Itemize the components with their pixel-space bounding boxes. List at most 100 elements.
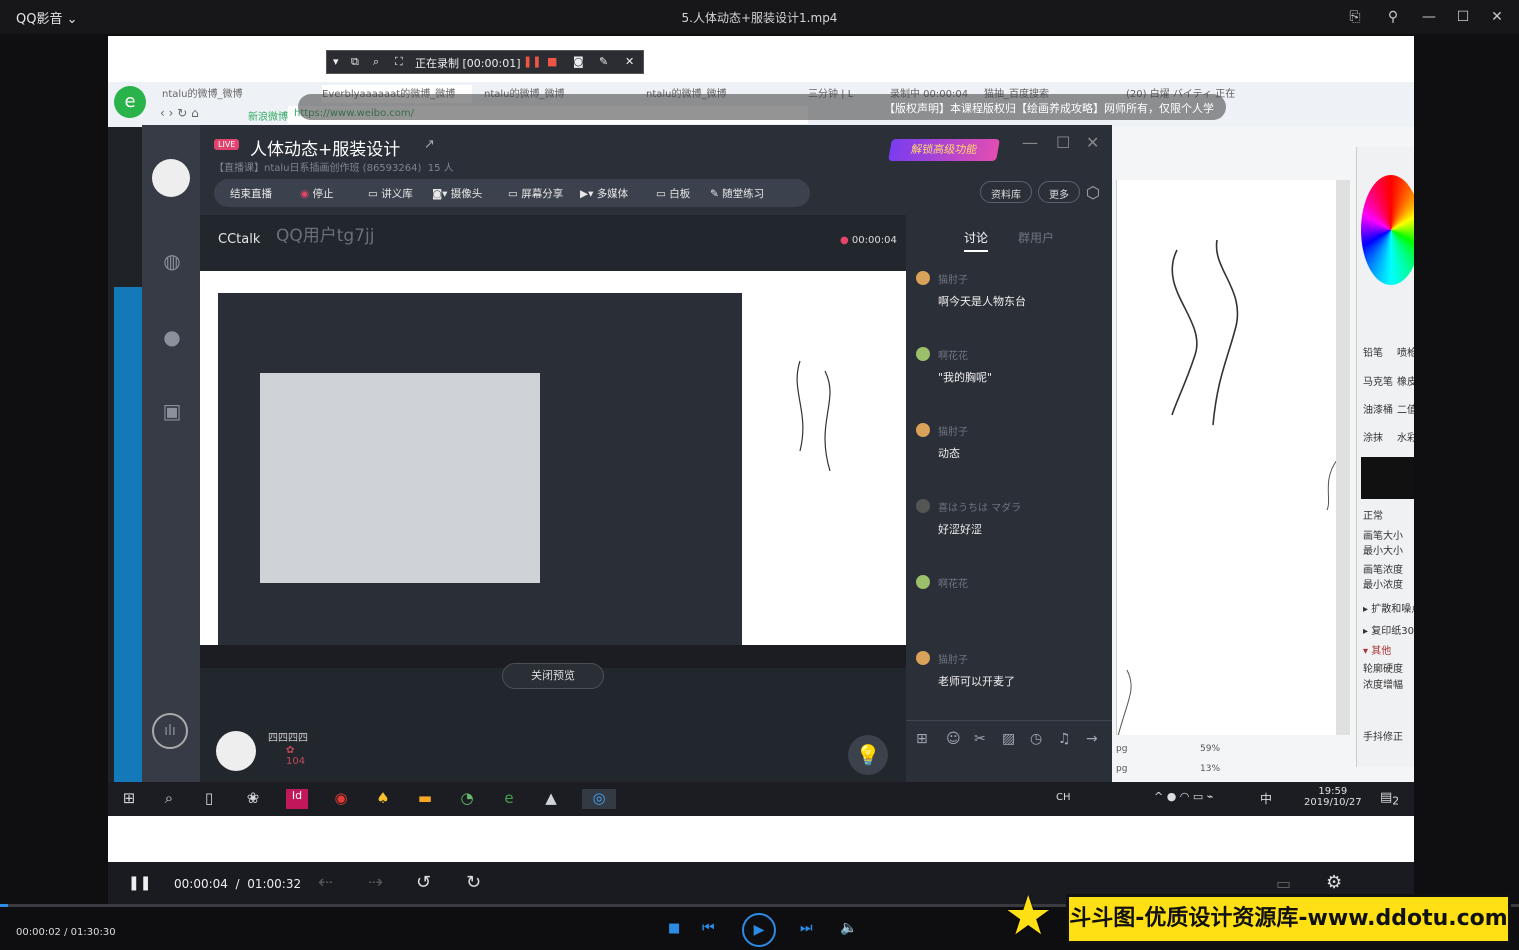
close-icon[interactable]: ✕ — [1086, 133, 1099, 152]
app-icon[interactable]: ❀ — [242, 789, 264, 809]
stop-icon[interactable]: ■ — [668, 921, 680, 936]
chat-icon[interactable]: ● — [159, 325, 185, 351]
cctalk-icon[interactable]: ◎ — [582, 789, 616, 809]
image-icon[interactable]: ▨ — [1002, 731, 1015, 747]
indesign-icon[interactable]: Id — [286, 789, 308, 809]
paint-icon[interactable]: ◔ — [456, 789, 478, 809]
tool-marker[interactable]: 马克笔 — [1363, 373, 1393, 388]
language-indicator[interactable]: CH — [1056, 792, 1071, 803]
group-other[interactable]: ▾ 其他 — [1363, 642, 1391, 657]
back-arrow-icon[interactable]: ⇠ — [318, 872, 333, 893]
whiteboard-button[interactable]: ▭ 白板 — [656, 186, 690, 201]
pen-icon[interactable]: ✎ — [599, 55, 608, 68]
browser-icon[interactable]: e — [498, 789, 520, 809]
clock-icon[interactable]: ◷ — [1030, 731, 1042, 747]
group-paper[interactable]: ▸ 复印纸300 — [1363, 622, 1414, 637]
tool-bucket[interactable]: 油漆桶 — [1363, 401, 1393, 416]
forward-arrow-icon[interactable]: ⇢ — [368, 872, 383, 893]
gift-icon[interactable]: ⊞ — [916, 731, 928, 747]
pause-icon[interactable]: ❚❚ — [523, 55, 541, 68]
close-preview-button[interactable]: 关闭预览 — [502, 663, 604, 689]
video-frame[interactable]: ▾ ⧉ ⌕ ⛶ 正在录制 [00:00:01] ❚❚ ■ ◙ ✎ ✕ e nta… — [108, 36, 1414, 862]
practice-button[interactable]: ✎ 随堂练习 — [710, 186, 764, 201]
file-title: 5.人体动态+服装设计1.mp4 — [681, 11, 838, 25]
tool-blur[interactable]: 涂抹 — [1363, 429, 1383, 444]
media-button[interactable]: ▶▾ 多媒体 — [580, 186, 628, 201]
search-icon[interactable]: ⌕ — [373, 55, 379, 69]
stream-timer: ● 00:00:04 — [840, 235, 897, 246]
camera-button[interactable]: ◙▾ 摄像头 — [432, 186, 482, 201]
canvas[interactable] — [1116, 180, 1338, 741]
pause-button[interactable]: ❚❚ — [128, 875, 151, 891]
windows-start-icon[interactable]: ⊞ — [118, 789, 140, 809]
avatar[interactable] — [152, 159, 190, 197]
calendar-icon[interactable]: ▣ — [159, 399, 185, 425]
blend-mode[interactable]: 正常 — [1363, 507, 1383, 522]
tool-watercolor[interactable]: 水彩 — [1397, 429, 1414, 444]
library-button[interactable]: 资料库 — [980, 181, 1032, 203]
window-icon[interactable]: ⧉ — [351, 55, 359, 69]
stop-icon[interactable]: ■ — [547, 55, 557, 68]
music-icon[interactable]: ◉ — [330, 789, 352, 809]
avatar — [916, 575, 930, 589]
pin-icon[interactable]: ⚲ — [1382, 6, 1404, 28]
nav-icons[interactable]: ‹ › ↻ ⌂ — [160, 106, 199, 124]
bookmark[interactable]: 新浪微博 — [248, 108, 288, 123]
minimize-icon[interactable]: — — [1022, 133, 1038, 152]
more-button[interactable]: 更多 — [1038, 181, 1080, 203]
browser-tab[interactable]: ntalu的微博_微博 — [162, 85, 312, 103]
star-icon: ★ — [1004, 884, 1053, 947]
tool-pencil[interactable]: 铅笔 — [1363, 344, 1383, 359]
group-noise[interactable]: ▸ 扩散和噪点 — [1363, 600, 1414, 615]
emoji-icon[interactable]: ☺ — [946, 731, 961, 747]
settings-icon[interactable]: ⬡ — [1086, 183, 1100, 202]
chat-panel: 讨论 群用户 猫肘子 啊今天是人物东台 啊花花 "我的胸呢" 猫肘子 动态 喜はうちは… — [906, 215, 1112, 782]
share-icon[interactable]: ↗ — [424, 137, 435, 152]
forward-5-icon[interactable]: ↻ — [466, 872, 481, 893]
next-icon[interactable]: ⏭ — [800, 920, 813, 936]
stop-button[interactable]: ◉ 停止 — [300, 186, 334, 201]
unlock-button[interactable]: 解锁高级功能 — [888, 139, 1000, 161]
minimize-button[interactable]: — — [1418, 6, 1440, 28]
previous-icon[interactable]: ⏮ — [702, 920, 715, 936]
date: 2019/10/27 — [1304, 797, 1362, 808]
screen-icon[interactable]: ▭ — [1276, 874, 1291, 893]
clock[interactable]: 19:59 2019/10/27 — [1304, 786, 1362, 808]
tray-icons[interactable]: ^ ● ◠ ▭ ⌁ — [1154, 790, 1213, 803]
settings-icon[interactable]: ⚙ — [1326, 872, 1342, 893]
tool-binary[interactable]: 二值 — [1397, 401, 1414, 416]
snapshot-icon[interactable]: ⎘ — [1344, 6, 1366, 28]
color-wheel[interactable] — [1361, 175, 1414, 285]
bulb-icon[interactable]: 💡 — [848, 735, 888, 775]
close-button[interactable]: ✕ — [1486, 6, 1508, 28]
notification-icon[interactable]: ▤2 — [1380, 790, 1399, 808]
screen-share-button[interactable]: ▭ 屏幕分享 — [508, 186, 563, 201]
photos-icon[interactable]: ▲ — [540, 789, 562, 809]
scrollbar[interactable] — [1336, 180, 1350, 735]
planet-icon[interactable]: ◍ — [159, 249, 185, 275]
tool-eraser[interactable]: 橡皮 — [1397, 373, 1414, 388]
tab-members[interactable]: 群用户 — [1018, 229, 1054, 246]
scissors-icon[interactable]: ✂ — [974, 731, 986, 747]
tab-discussion[interactable]: 讨论 — [964, 229, 989, 252]
dropdown-icon[interactable]: ▾ — [333, 55, 339, 68]
ime-indicator[interactable]: 中 — [1260, 790, 1272, 807]
region-icon[interactable]: ⛶ — [395, 55, 403, 69]
play-button[interactable]: ▶ — [742, 913, 776, 947]
bell-icon[interactable]: ♫ — [1058, 731, 1071, 747]
maximize-icon[interactable]: ☐ — [1056, 133, 1070, 152]
volume-icon[interactable]: 🔈 — [840, 920, 857, 936]
folder-icon[interactable]: ▬ — [414, 789, 436, 809]
audio-icon[interactable]: ılı — [152, 713, 188, 749]
tool-airbrush[interactable]: 喷枪 — [1397, 344, 1414, 359]
maximize-button[interactable]: ☐ — [1452, 6, 1474, 28]
search-icon[interactable]: ⌕ — [158, 789, 180, 809]
qq-icon[interactable]: ♠ — [372, 789, 394, 809]
end-live-button[interactable]: 结束直播 — [230, 186, 272, 201]
task-view-icon[interactable]: ▯ — [198, 789, 220, 809]
handout-button[interactable]: ▭ 讲义库 — [368, 186, 413, 201]
send-icon[interactable]: → — [1086, 731, 1098, 747]
close-icon[interactable]: ✕ — [625, 55, 634, 68]
rewind-5-icon[interactable]: ↺ — [416, 872, 431, 893]
camera-icon[interactable]: ◙ — [573, 55, 584, 68]
